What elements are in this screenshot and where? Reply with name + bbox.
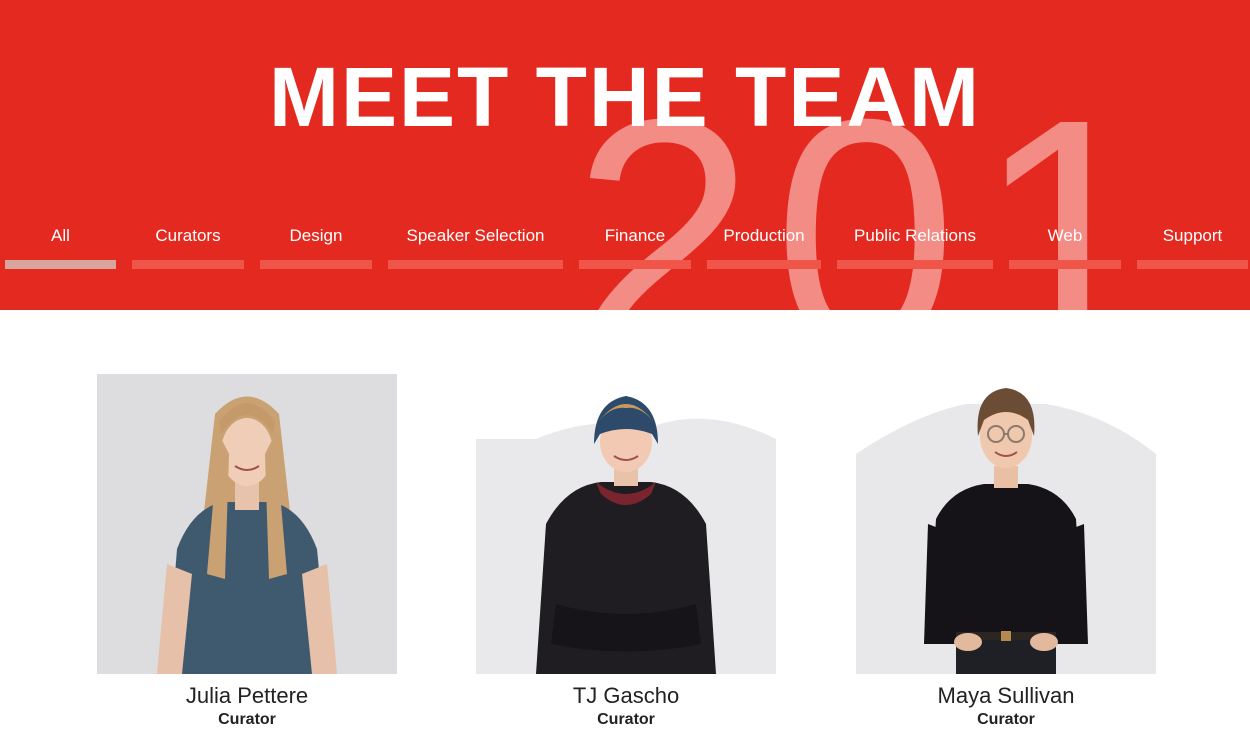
tab-label: All — [51, 226, 70, 245]
hero-banner: 201 MEET THE TEAM All Curators Design Sp… — [0, 0, 1250, 310]
tab-underline — [388, 260, 563, 269]
tab-label: Speaker Selection — [406, 226, 545, 245]
member-role: Curator — [218, 711, 276, 728]
tab-underline — [579, 260, 691, 269]
tab-underline — [837, 260, 993, 269]
tab-speaker-selection[interactable]: Speaker Selection — [388, 226, 563, 272]
tab-finance[interactable]: Finance — [579, 226, 691, 272]
member-role: Curator — [977, 711, 1035, 728]
tab-label: Public Relations — [854, 226, 976, 245]
tab-underline — [260, 260, 372, 269]
member-photo — [476, 374, 776, 674]
tab-web[interactable]: Web — [1009, 226, 1121, 272]
member-name: TJ Gascho — [572, 683, 680, 708]
tab-support[interactable]: Support — [1137, 226, 1248, 272]
tab-label: Design — [289, 226, 343, 245]
tab-underline — [1137, 260, 1248, 269]
team-member-card[interactable]: Julia Pettere Curator — [97, 374, 397, 730]
tab-label: Web — [1047, 226, 1083, 245]
team-member-card[interactable]: Maya Sullivan Curator — [856, 374, 1156, 730]
member-name: Julia Pettere — [185, 683, 309, 708]
tab-label: Curators — [155, 226, 221, 245]
member-photo — [97, 374, 397, 674]
member-name: Maya Sullivan — [937, 683, 1075, 708]
tab-underline — [707, 260, 821, 269]
tab-label: Support — [1162, 226, 1223, 245]
tab-curators[interactable]: Curators — [132, 226, 244, 272]
tab-label: Production — [723, 226, 805, 245]
team-member-card[interactable]: TJ Gascho Curator — [476, 374, 776, 730]
tab-production[interactable]: Production — [707, 226, 821, 272]
tab-public-relations[interactable]: Public Relations — [837, 226, 993, 272]
tab-underline — [1009, 260, 1121, 269]
page-title: MEET THE TEAM — [269, 50, 981, 144]
member-role: Curator — [597, 711, 655, 728]
tab-underline — [5, 260, 116, 269]
tab-label: Finance — [604, 226, 666, 245]
tab-all[interactable]: All — [5, 226, 116, 272]
tab-design[interactable]: Design — [260, 226, 372, 272]
tab-underline — [132, 260, 244, 269]
member-photo — [856, 374, 1156, 674]
